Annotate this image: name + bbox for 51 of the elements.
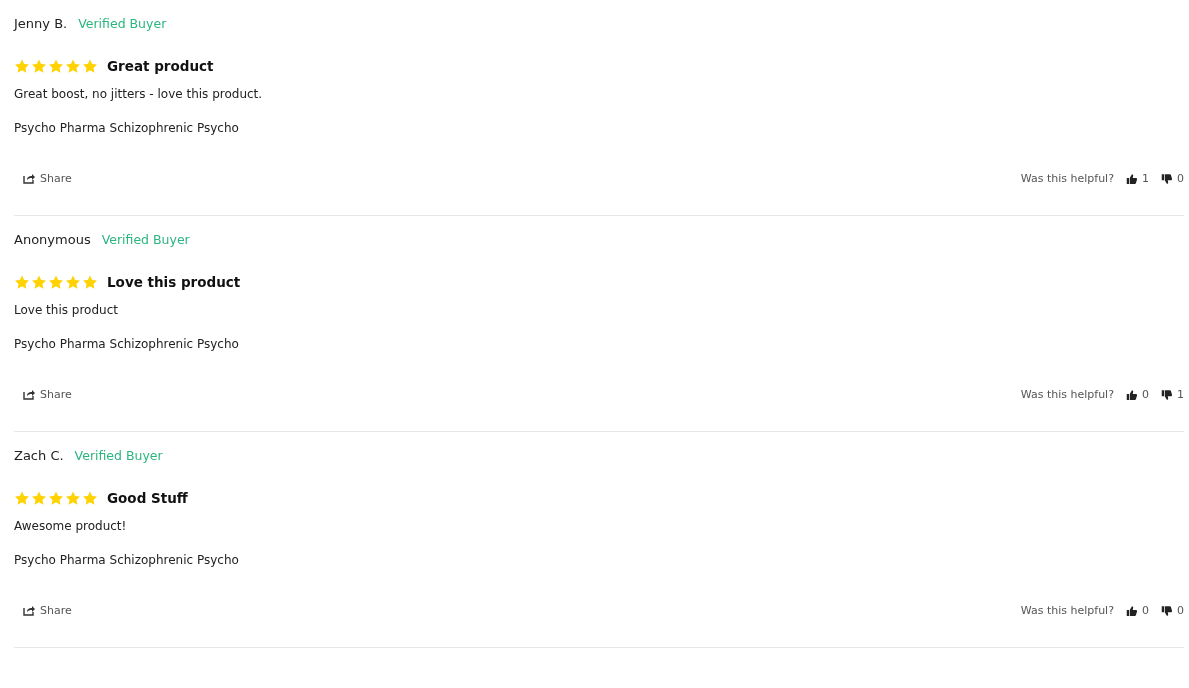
reviewer-name: Zach C.: [14, 448, 64, 463]
star-icon: [82, 490, 98, 506]
product-name: Psycho Pharma Schizophrenic Psycho: [14, 121, 240, 135]
star-icon: [48, 274, 64, 290]
star-icon: [14, 274, 30, 290]
star-icon: [14, 58, 30, 74]
star-icon: [65, 58, 81, 74]
review-text: Great boost, no jitters - love this product.: [14, 87, 264, 101]
downvote-button[interactable]: 0: [1161, 172, 1184, 185]
reviewer-name: Anonymous: [14, 232, 91, 247]
downvote-button[interactable]: 0: [1161, 604, 1184, 617]
thumbs-down-icon: [1161, 604, 1173, 617]
review-text: Awesome product!: [14, 519, 128, 533]
upvote-button[interactable]: 0: [1126, 388, 1149, 401]
share-button[interactable]: Share: [14, 388, 72, 401]
share-icon: [23, 605, 35, 616]
share-button[interactable]: Share: [14, 604, 72, 617]
upvote-button[interactable]: 0: [1126, 604, 1149, 617]
star-icon: [82, 58, 98, 74]
star-icon: [14, 490, 30, 506]
review-text: Love this product: [14, 303, 119, 317]
star-icon: [82, 274, 98, 290]
star-icon: [65, 274, 81, 290]
product-name: Psycho Pharma Schizophrenic Psycho: [14, 553, 240, 567]
review-title: Love this product: [107, 274, 241, 290]
share-button[interactable]: Share: [14, 172, 72, 185]
star-icon: [48, 58, 64, 74]
review-title: Good Stuff: [107, 490, 188, 506]
helpful-prompt: Was this helpful?: [1020, 604, 1114, 617]
review-title: Great product: [107, 58, 214, 74]
verified-label: Verified Buyer: [78, 16, 167, 31]
reviewer-name: Jenny B.: [14, 16, 68, 31]
thumbs-up-icon: [1126, 172, 1138, 185]
thumbs-down-icon: [1161, 388, 1173, 401]
helpful-prompt: Was this helpful?: [1020, 172, 1114, 185]
verified-label: Verified Buyer: [101, 232, 190, 247]
share-icon: [23, 173, 35, 184]
thumbs-up-icon: [1126, 388, 1138, 401]
star-icon: [48, 490, 64, 506]
product-name: Psycho Pharma Schizophrenic Psycho: [14, 337, 240, 351]
share-icon: [23, 389, 35, 400]
thumbs-down-icon: [1161, 172, 1173, 185]
downvote-button[interactable]: 1: [1161, 388, 1184, 401]
upvote-button[interactable]: 1: [1126, 172, 1149, 185]
helpful-prompt: Was this helpful?: [1020, 388, 1114, 401]
star-icon: [31, 58, 47, 74]
thumbs-up-icon: [1126, 604, 1138, 617]
star-icon: [31, 490, 47, 506]
star-icon: [65, 490, 81, 506]
star-icon: [31, 274, 47, 290]
verified-label: Verified Buyer: [74, 448, 163, 463]
